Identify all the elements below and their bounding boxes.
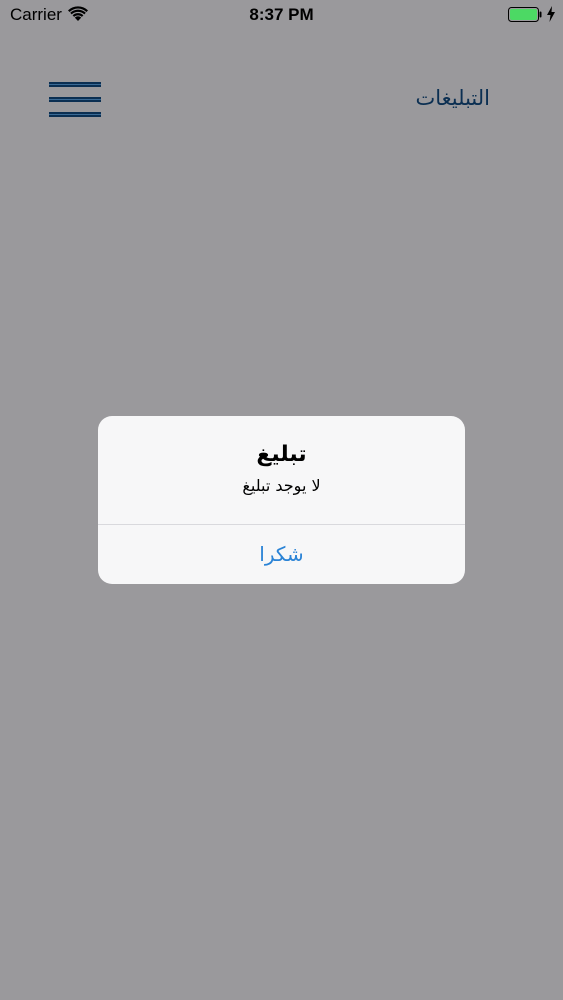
hamburger-menu-icon[interactable] — [49, 81, 101, 119]
thanks-button[interactable]: شكرا — [98, 525, 465, 584]
alert-message: لا يوجد تبليغ — [242, 476, 321, 495]
charging-bolt-icon — [547, 6, 555, 22]
page-title: التبليغات — [415, 86, 491, 110]
battery-icon — [508, 7, 542, 22]
alert-dialog: تبليغ لا يوجد تبليغ شكرا — [98, 416, 465, 584]
status-bar: Carrier 8:37 PM — [0, 0, 563, 30]
clock: 8:37 PM — [249, 5, 314, 24]
alert-title: تبليغ — [256, 442, 307, 467]
